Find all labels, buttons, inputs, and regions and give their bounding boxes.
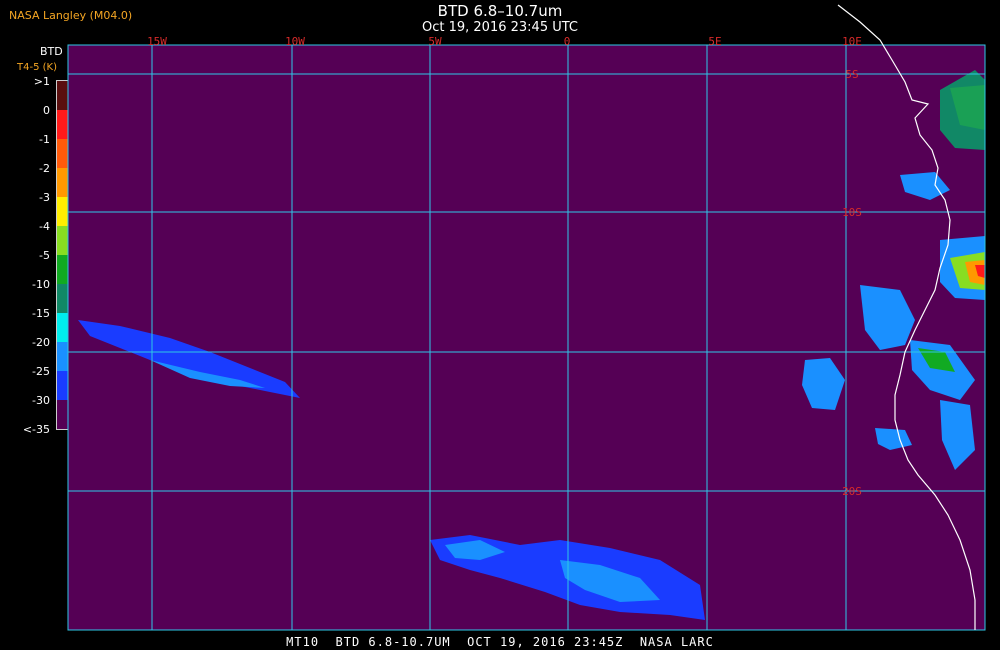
longitude-label: 5E xyxy=(708,35,721,48)
longitude-label: 10W xyxy=(285,35,305,48)
footer-caption: MT10 BTD 6.8-10.7UM OCT 19, 2016 23:45Z … xyxy=(286,635,714,649)
longitude-label: 0 xyxy=(564,35,571,48)
longitude-label: 15W xyxy=(147,35,167,48)
longitude-label: 5W xyxy=(428,35,442,48)
latitude-label: 5S xyxy=(845,68,858,81)
satellite-map[interactable]: 15W 10W 5W 0 5E 10E 5S 10S 20S xyxy=(0,0,1000,650)
latitude-label: 10S xyxy=(842,206,862,219)
longitude-label: 10E xyxy=(842,35,862,48)
latitude-label: 20S xyxy=(842,485,862,498)
map-background xyxy=(68,45,985,630)
